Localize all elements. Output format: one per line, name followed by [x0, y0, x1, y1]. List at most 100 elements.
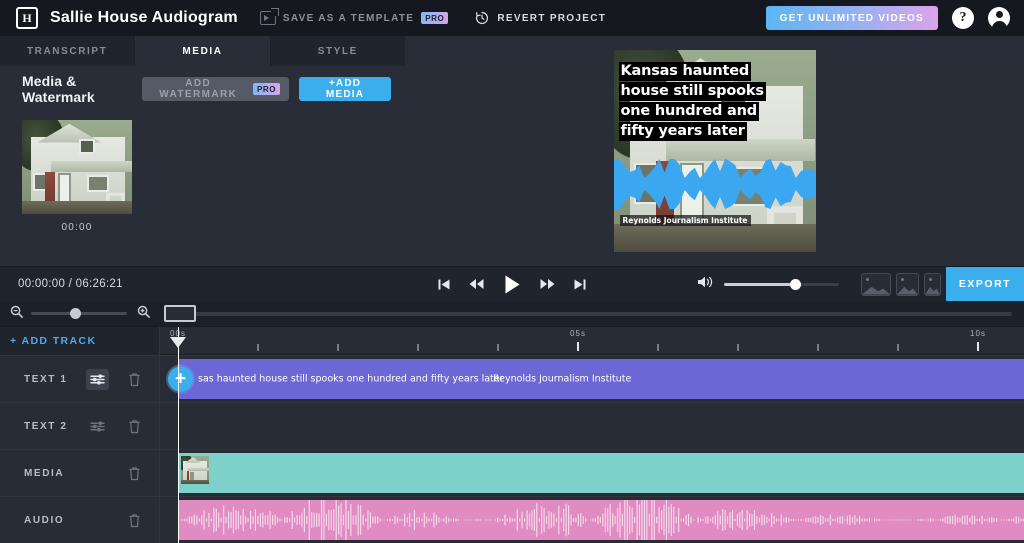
ruler-tick — [257, 344, 259, 351]
house-photo — [181, 456, 209, 484]
tab-transcript[interactable]: TRANSCRIPT — [0, 36, 135, 66]
track-settings-icon[interactable] — [86, 369, 109, 390]
caption-line: Kansas haunted — [619, 62, 752, 81]
play-button[interactable] — [503, 274, 522, 295]
aspect-ratio-landscape-button[interactable] — [861, 273, 891, 296]
timeline-scroll-handle[interactable] — [164, 305, 196, 322]
ruler-tick — [977, 342, 979, 351]
media-grid: 00:00 — [0, 112, 405, 233]
delete-track-icon[interactable] — [123, 369, 146, 390]
track-row-text-1[interactable]: + sas haunted house still spooks one hun… — [160, 355, 1024, 402]
ruler-label: 05s — [570, 329, 586, 338]
aspect-ratio-square-button[interactable] — [896, 273, 919, 296]
preview-waveform — [614, 158, 816, 210]
delete-track-icon[interactable] — [123, 463, 146, 484]
watermark-pro-badge: PRO — [253, 83, 280, 95]
fast-forward-button[interactable] — [540, 278, 556, 290]
ruler-tick — [577, 342, 579, 351]
rewind-button[interactable] — [469, 278, 485, 290]
skip-to-start-button[interactable] — [438, 278, 451, 291]
track-settings-icon[interactable] — [86, 416, 109, 437]
app-logo[interactable]: H — [16, 7, 38, 29]
track-header-text-2[interactable]: TEXT 2 — [0, 402, 159, 449]
media-clip[interactable] — [178, 453, 1024, 493]
transport-right-group: EXPORT — [697, 267, 1024, 302]
track-name: TEXT 1 — [24, 374, 86, 385]
section-title: Media & Watermark — [22, 73, 142, 105]
image-mountain-icon — [925, 283, 940, 295]
timeline-scrollbar[interactable] — [164, 312, 1012, 316]
clip-label: Reynolds Journalism Institute — [493, 374, 631, 385]
playback-controls — [438, 274, 587, 295]
ruler-tick — [497, 344, 499, 351]
zoom-out-icon[interactable] — [10, 305, 23, 323]
ruler-tick — [897, 344, 899, 351]
track-header-text-1[interactable]: TEXT 1 — [0, 355, 159, 402]
zoom-knob[interactable] — [70, 308, 81, 319]
add-watermark-button[interactable]: ADD WATERMARK PRO — [142, 77, 290, 101]
logo-letter: H — [22, 11, 31, 26]
ruler-tick — [737, 344, 739, 351]
text-clip[interactable]: + sas haunted house still spooks one hun… — [178, 359, 1024, 399]
skip-to-end-button[interactable] — [574, 278, 587, 291]
image-mountain-icon — [862, 283, 890, 295]
volume-icon[interactable] — [697, 275, 714, 294]
media-item[interactable]: 00:00 — [22, 120, 132, 233]
volume-knob[interactable] — [790, 279, 801, 290]
audio-clip[interactable] — [178, 500, 1024, 540]
help-icon[interactable]: ? — [952, 7, 974, 29]
avatar[interactable] — [988, 7, 1010, 29]
audio-waveform — [178, 500, 1024, 540]
track-name: TEXT 2 — [24, 421, 86, 432]
project-title: Sallie House Audiogram — [50, 9, 238, 27]
timeline-ruler[interactable]: 00s 05s 10s — [160, 327, 1024, 355]
pro-badge: PRO — [421, 12, 448, 24]
left-panel: TRANSCRIPT MEDIA STYLE Media & Watermark… — [0, 36, 405, 266]
image-dot-icon — [929, 278, 932, 281]
caption-line: house still spooks — [619, 82, 766, 101]
delete-track-icon[interactable] — [123, 416, 146, 437]
template-icon — [260, 11, 276, 25]
get-unlimited-videos-button[interactable]: GET UNLIMITED VIDEOS — [766, 6, 938, 30]
media-thumbnail[interactable] — [22, 120, 132, 214]
audiogram-editor: H Sallie House Audiogram SAVE AS A TEMPL… — [0, 0, 1024, 543]
media-panel-header: Media & Watermark ADD WATERMARK PRO +ADD… — [0, 66, 405, 112]
image-dot-icon — [866, 278, 869, 281]
caption-line: fifty years later — [619, 122, 747, 141]
revert-clock-icon — [474, 10, 490, 26]
media-timestamp: 00:00 — [22, 214, 132, 233]
save-as-template-button[interactable]: SAVE AS A TEMPLATE PRO — [260, 11, 449, 25]
aspect-ratio-portrait-button[interactable] — [924, 273, 941, 296]
track-header-column: + ADD TRACK TEXT 1 TEXT 2 MEDIA AUDIO — [0, 327, 160, 543]
house-photo — [22, 120, 132, 214]
volume-slider[interactable] — [724, 283, 839, 286]
add-track-button[interactable]: + ADD TRACK — [0, 327, 159, 355]
zoom-in-icon[interactable] — [137, 305, 150, 323]
export-button[interactable]: EXPORT — [946, 267, 1024, 302]
transport-bar: 00:00:00 / 06:26:21 EXPORT — [0, 266, 1024, 301]
preview-area: Kansas haunted house still spooks one hu… — [405, 36, 1024, 266]
revert-project-button[interactable]: REVERT PROJECT — [474, 10, 606, 26]
add-watermark-label: ADD WATERMARK — [151, 78, 246, 100]
ruler-tick — [417, 344, 419, 351]
track-row-text-2[interactable] — [160, 402, 1024, 449]
top-bar: H Sallie House Audiogram SAVE AS A TEMPL… — [0, 0, 1024, 36]
zoom-slider[interactable] — [31, 312, 127, 315]
caption-line: one hundred and — [619, 102, 759, 121]
tab-media[interactable]: MEDIA — [135, 36, 270, 66]
caption-overlay: Kansas haunted house still spooks one hu… — [619, 62, 804, 142]
tab-style[interactable]: STYLE — [271, 36, 405, 66]
ruler-label: 10s — [970, 329, 986, 338]
video-preview[interactable]: Kansas haunted house still spooks one hu… — [614, 50, 816, 252]
timecode-display: 00:00:00 / 06:26:21 — [18, 278, 123, 290]
track-row-audio[interactable] — [160, 496, 1024, 543]
track-header-audio[interactable]: AUDIO — [0, 496, 159, 543]
add-media-button[interactable]: +ADD MEDIA — [299, 77, 391, 101]
track-row-media[interactable] — [160, 449, 1024, 496]
timeline: + ADD TRACK TEXT 1 TEXT 2 MEDIA AUDIO 00… — [0, 327, 1024, 543]
delete-track-icon[interactable] — [123, 510, 146, 531]
add-text-button[interactable]: + — [168, 367, 193, 392]
track-header-media[interactable]: MEDIA — [0, 449, 159, 496]
ruler-tick — [657, 344, 659, 351]
image-dot-icon — [901, 278, 904, 281]
